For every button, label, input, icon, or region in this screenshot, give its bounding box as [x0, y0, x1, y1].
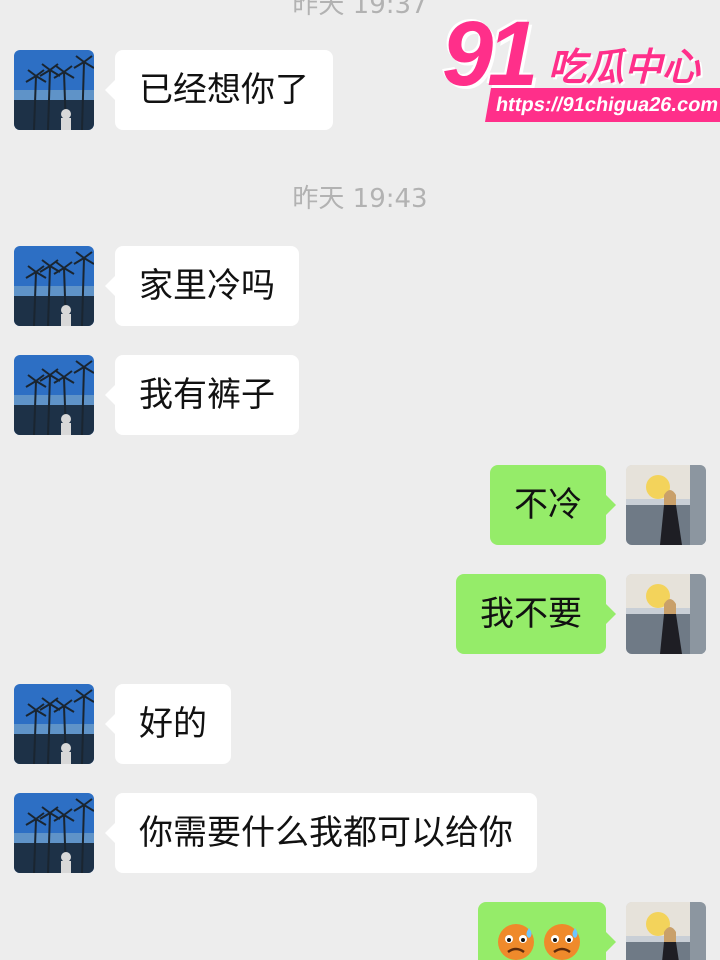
contact-avatar[interactable] [14, 793, 94, 873]
self-avatar[interactable] [626, 902, 706, 960]
watermark-url: https://91chigua26.com [485, 88, 720, 122]
message-bubble[interactable]: 你需要什么我都可以给你 [105, 793, 537, 873]
sweat-crying-emoji-icon [542, 922, 582, 960]
sweat-crying-emoji-icon [496, 922, 536, 960]
contact-avatar[interactable] [14, 684, 94, 764]
chat-window: 昨天 19:37 已经想你了 昨天 19:43 家里冷吗 我有裤子 不冷 我不要… [0, 0, 720, 960]
contact-avatar[interactable] [14, 50, 94, 130]
timestamp: 昨天 19:43 [292, 184, 428, 214]
message-bubble[interactable]: 我有裤子 [105, 355, 299, 435]
message-bubble[interactable]: 不冷 [490, 465, 616, 545]
self-avatar[interactable] [626, 465, 706, 545]
message-bubble[interactable]: 家里冷吗 [105, 246, 299, 326]
message-bubble[interactable]: 已经想你了 [105, 50, 333, 130]
contact-avatar[interactable] [14, 355, 94, 435]
self-avatar[interactable] [626, 574, 706, 654]
watermark-logo: 91 吃瓜中心 https://91chigua26.com [436, 3, 720, 126]
message-bubble[interactable]: 好的 [105, 684, 231, 764]
message-bubble[interactable]: 我不要 [456, 574, 616, 654]
emoji-bubble[interactable] [478, 902, 616, 960]
watermark-name: 吃瓜中心 [548, 45, 701, 89]
contact-avatar[interactable] [14, 246, 94, 326]
